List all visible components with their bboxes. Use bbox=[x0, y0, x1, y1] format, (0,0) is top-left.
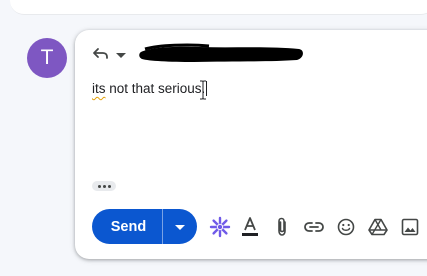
more-send-options-button[interactable] bbox=[163, 209, 197, 244]
body-text-rest: not that serious. bbox=[105, 81, 206, 96]
previous-message-card bbox=[10, 0, 427, 15]
recipients-field-redacted[interactable] bbox=[139, 43, 305, 65]
drive-icon[interactable] bbox=[367, 216, 389, 238]
send-button-group: Send bbox=[92, 209, 197, 244]
more-horiz-dot bbox=[102, 184, 106, 188]
avatar-initial: T bbox=[40, 46, 54, 69]
link-icon[interactable] bbox=[303, 216, 325, 238]
chevron-down-icon bbox=[116, 46, 126, 64]
attach-icon[interactable] bbox=[271, 216, 293, 238]
photo-icon[interactable] bbox=[399, 216, 421, 238]
message-body[interactable]: its not that serious. bbox=[92, 81, 208, 96]
reply-compose-card: its not that serious. Send bbox=[75, 30, 427, 259]
show-trimmed-content-button[interactable] bbox=[92, 181, 116, 191]
reply-type-button[interactable] bbox=[92, 46, 126, 64]
emoji-icon[interactable] bbox=[335, 216, 357, 238]
misspelled-word[interactable]: its bbox=[92, 81, 106, 96]
reply-view: T its not that serious. Send bbox=[0, 0, 427, 276]
avatar: T bbox=[27, 38, 67, 78]
arrow-drop-down-icon bbox=[175, 218, 185, 236]
ai-help-me-write-icon[interactable] bbox=[209, 216, 231, 238]
reply-icon bbox=[92, 46, 110, 65]
more-horiz-dot bbox=[107, 184, 111, 188]
ibeam-cursor-icon bbox=[199, 80, 207, 105]
more-horiz-icon bbox=[97, 184, 101, 188]
text-formatting-icon[interactable] bbox=[239, 216, 261, 238]
send-button[interactable]: Send bbox=[92, 209, 163, 244]
